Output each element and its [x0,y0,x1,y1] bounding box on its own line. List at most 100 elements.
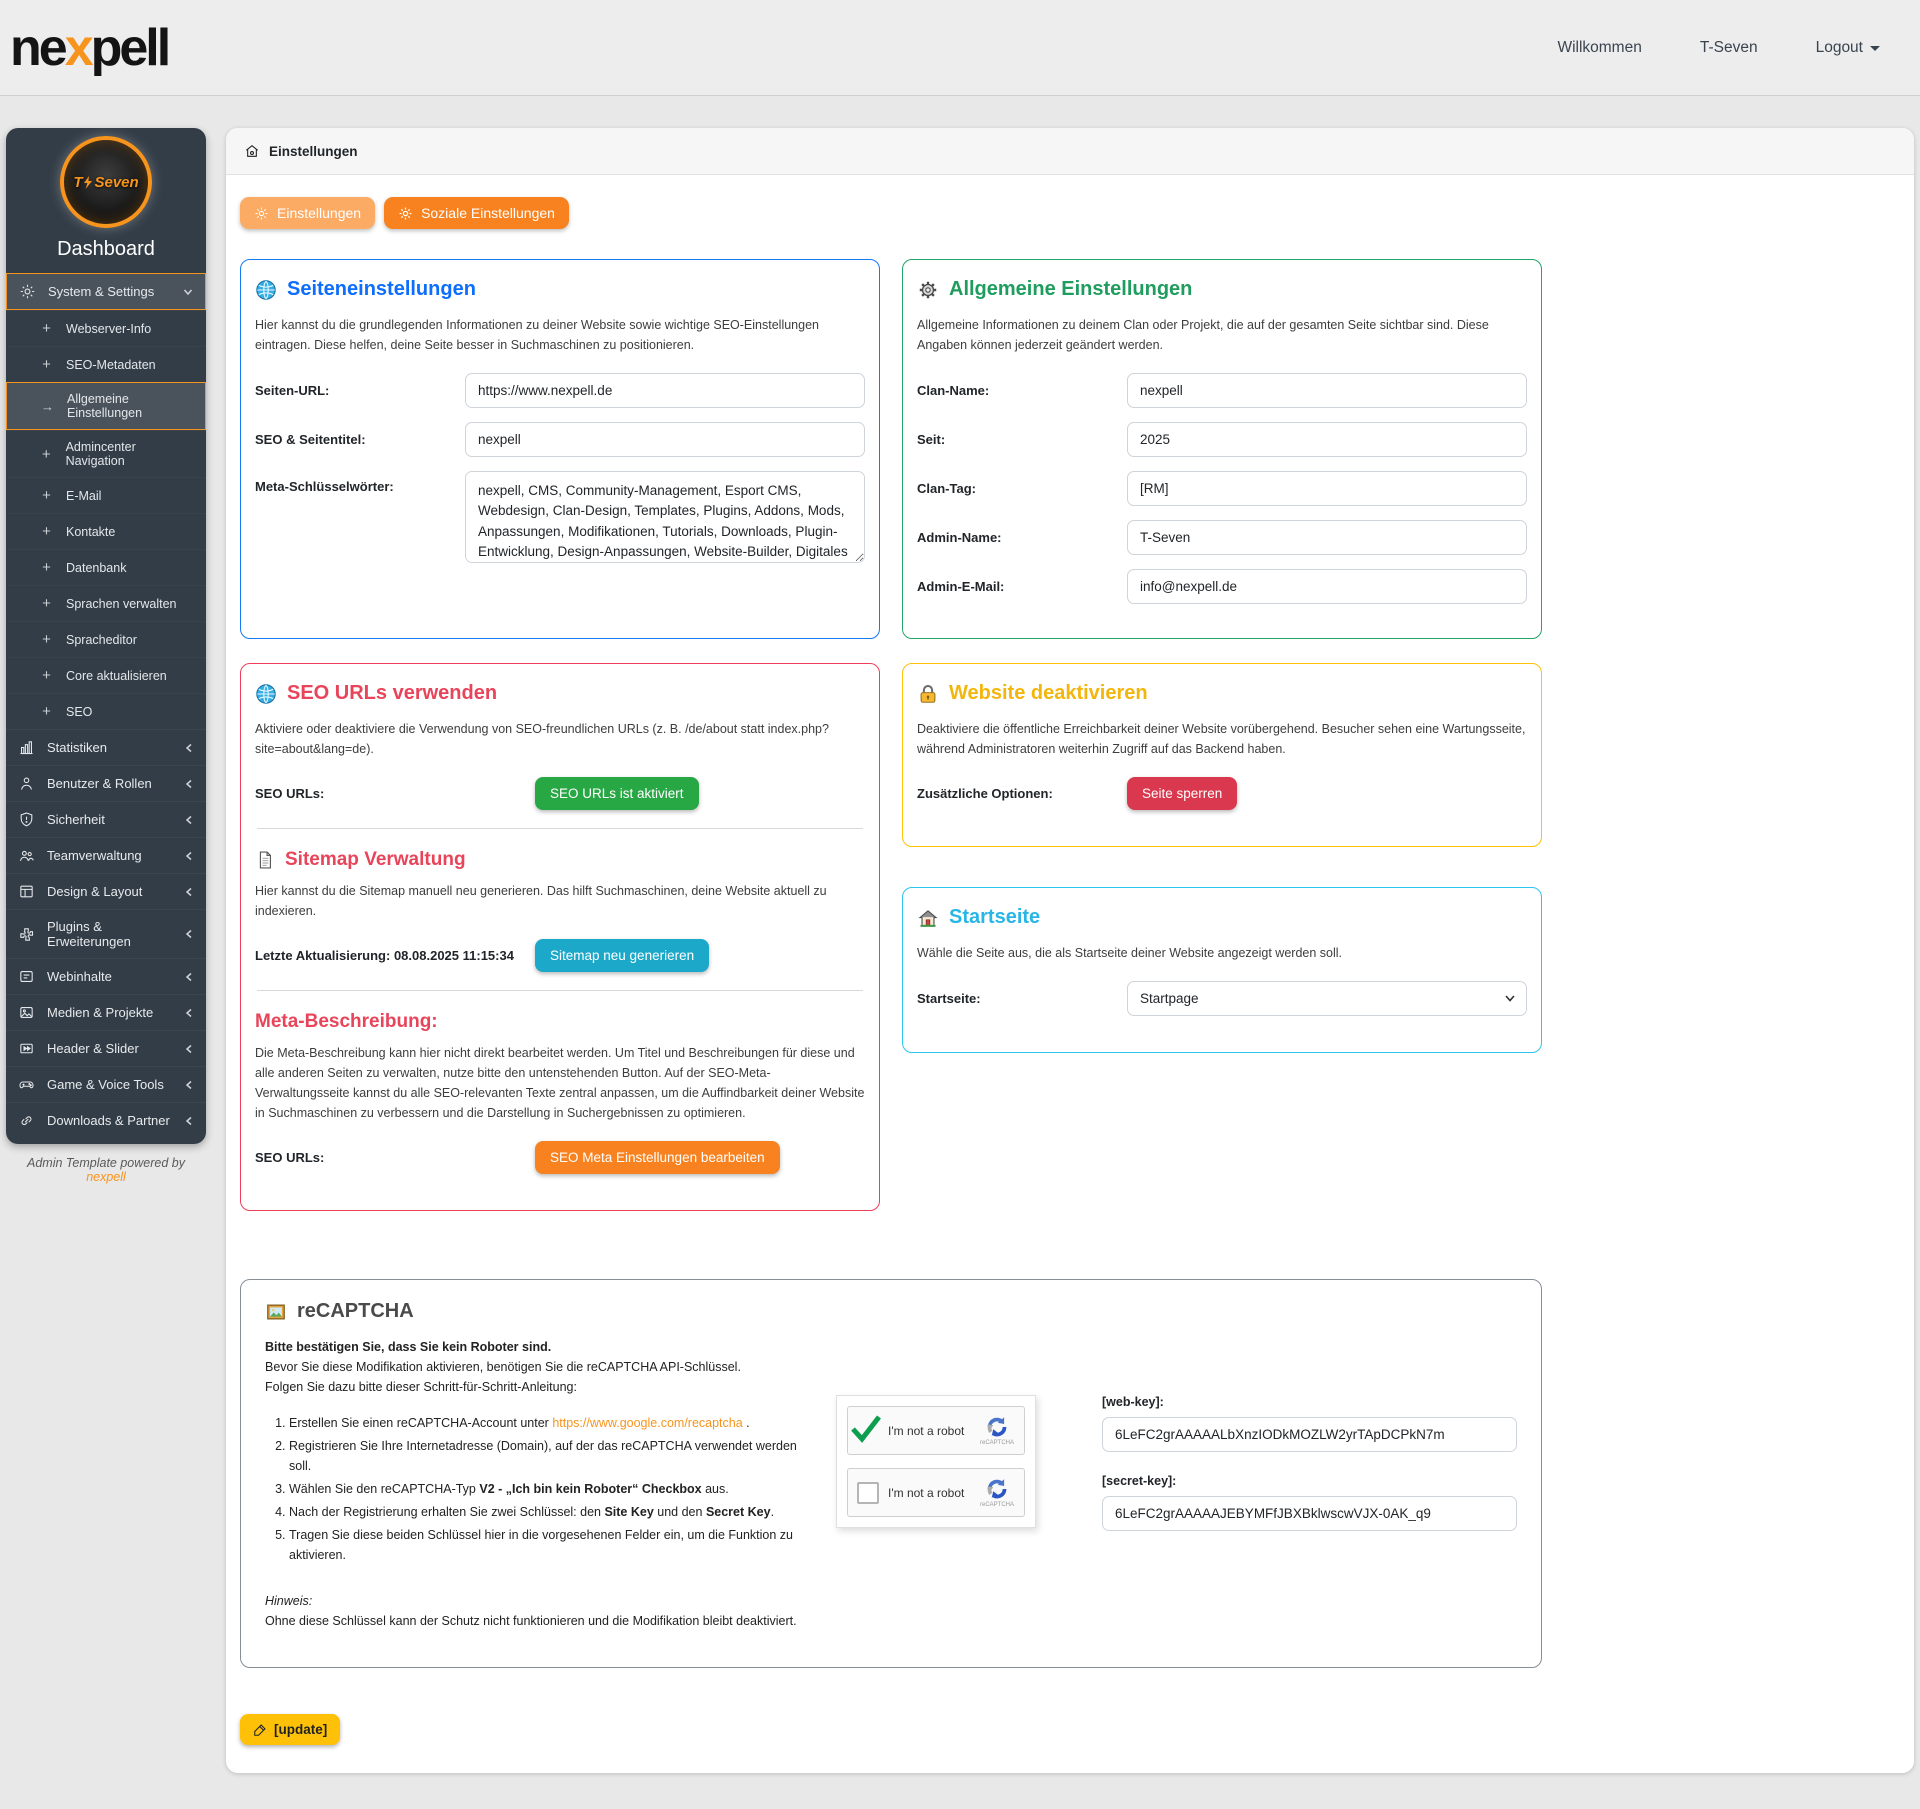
recaptcha-step: Wählen Sie den reCAPTCHA-Typ V2 - „Ich b… [289,1479,810,1499]
card-title-text: Seiteneinstellungen [287,278,476,301]
recaptcha-checkbox[interactable] [857,1482,879,1504]
house-icon [917,907,939,929]
recaptcha-step: Nach der Registrierung erhalten Sie zwei… [289,1502,810,1522]
chevron-left-icon [184,1008,194,1018]
sidebar-item-header-slider[interactable]: Header & Slider [6,1030,206,1066]
tseven-emblem: TSeven [60,136,152,228]
sidebar-sub-kontakte[interactable]: +Kontakte [6,513,206,549]
seite-sperren-button[interactable]: Seite sperren [1127,777,1237,810]
sidebar-item-game-voice-tools[interactable]: Game & Voice Tools [6,1066,206,1102]
plus-icon: + [40,320,53,337]
sidebar-sub-label: Allgemeine Einstellungen [67,392,193,420]
sidebar-sub-datenbank[interactable]: + Datenbank [6,549,206,585]
gear-icon [917,279,939,301]
logout-label: Logout [1816,39,1863,57]
sidebar-item-statistiken[interactable]: Statistiken [6,729,206,765]
sidebar-item-label: Benutzer & Rollen [47,776,152,791]
seiten-url-input[interactable] [465,373,865,408]
recaptcha-logo-icon [985,1415,1009,1439]
sidebar-sub-sprachen-verwalten[interactable]: + Sprachen verwalten [6,585,206,621]
clan-tag-input[interactable] [1127,471,1527,506]
nav-user[interactable]: T-Seven [1700,39,1758,57]
nav-logout[interactable]: Logout [1816,39,1880,57]
sidebar-sub-spracheditor[interactable]: +Spracheditor [6,621,206,657]
seitentitel-input[interactable] [465,422,865,457]
sidebar-sub-seo[interactable]: +SEO [6,693,206,729]
main-panel: Einstellungen Einstellungen Soziale Eins… [226,128,1914,1773]
sidebar-item-label: Statistiken [47,740,107,755]
field-label: Seit: [917,432,1127,447]
sidebar-sub-core-aktualisieren[interactable]: +Core aktualisieren [6,657,206,693]
sidebar-sub-label: E-Mail [66,489,101,503]
sidebar-item-teamverwaltung[interactable]: Teamverwaltung [6,837,206,873]
note-label: Hinweis: [265,1591,810,1611]
breadcrumb-label: Einstellungen [269,144,358,159]
sidebar-item-benutzer-rollen[interactable]: Benutzer & Rollen [6,765,206,801]
sidebar-item-plugins-erweiterungen[interactable]: Plugins & Erweiterungen [6,909,206,958]
sidebar-sub-label: SEO [66,705,92,719]
sidebar-item-design-layout[interactable]: Design & Layout [6,873,206,909]
sidebar-sub-label: Sprachen verwalten [66,597,176,611]
plus-icon: + [40,523,53,540]
update-button[interactable]: [update] [240,1714,340,1745]
sidebar-item-sicherheit[interactable]: Sicherheit [6,801,206,837]
pen-icon [253,1723,267,1737]
field-label: SEO & Seitentitel: [255,432,465,447]
recaptcha-intro-line: Folgen Sie dazu bitte dieser Schritt-für… [265,1377,810,1397]
chevron-left-icon [184,815,194,825]
sidebar-item-downloads-partner[interactable]: Downloads & Partner [6,1102,206,1138]
link-icon [18,1112,35,1129]
tab-soziale-einstellungen[interactable]: Soziale Einstellungen [384,197,569,229]
card-allgemeine-einstellungen: Allgemeine Einstellungen Allgemeine Info… [902,259,1542,639]
startseite-select[interactable]: Startpage [1127,981,1527,1016]
sidebar-sub-label: Datenbank [66,561,126,575]
recaptcha-widget-checked[interactable]: I'm not a robot reCAPTCHA [847,1406,1025,1455]
emblem-text: Seven [94,174,138,191]
seo-meta-edit-button[interactable]: SEO Meta Einstellungen bearbeiten [535,1141,780,1174]
sitemap-generate-button[interactable]: Sitemap neu generieren [535,939,709,972]
sidebar-sub-admincenter-navigation[interactable]: +Admincenter Navigation [6,430,206,477]
chevron-left-icon [184,779,194,789]
clan-name-input[interactable] [1127,373,1527,408]
sidebar-sub-seo-metadaten[interactable]: +SEO-Metadaten [6,346,206,382]
web-key-label: [web-key]: [1102,1395,1517,1409]
sidebar-item-label: Game & Voice Tools [47,1077,164,1092]
sidebar-item-system-settings[interactable]: System & Settings [6,273,206,310]
plus-icon: + [40,559,53,576]
right-column: Website deaktivieren Deaktiviere die öff… [902,663,1542,1211]
sidebar-item-webinhalte[interactable]: Webinhalte [6,958,206,994]
admin-email-input[interactable] [1127,569,1527,604]
top-header: nexpell Willkommen T-Seven Logout [0,0,1920,96]
plus-icon: + [40,487,53,504]
sidebar-item-medien-projekte[interactable]: Medien & Projekte [6,994,206,1030]
logo-accent: x [65,19,91,77]
seo-urls-status-button[interactable]: SEO URLs ist aktiviert [535,777,699,810]
admin-name-input[interactable] [1127,520,1527,555]
card-description: Hier kannst du die grundlegenden Informa… [255,315,865,355]
plus-icon: + [40,595,53,612]
sidebar-sub-allgemeine-einstellungen[interactable]: →Allgemeine Einstellungen [6,382,206,430]
sidebar-sub-label: Spracheditor [66,633,137,647]
field-label: Seiten-URL: [255,383,465,398]
sidebar-sub-email[interactable]: + E-Mail [6,477,206,513]
recaptcha-widget-unchecked[interactable]: I'm not a robot reCAPTCHA [847,1468,1025,1517]
tab-einstellungen[interactable]: Einstellungen [240,197,375,229]
sidebar-item-label: Plugins & Erweiterungen [47,919,172,949]
card-description: Wähle die Seite aus, die als Startseite … [917,943,1527,963]
web-key-input[interactable] [1102,1417,1517,1452]
recaptcha-step: Tragen Sie diese beiden Schlüssel hier i… [289,1525,810,1565]
seit-input[interactable] [1127,422,1527,457]
nav-willkommen[interactable]: Willkommen [1557,39,1641,57]
sidebar-sub-webserver-info[interactable]: + Webserver-Info [6,310,206,346]
sidebar-sub-label: Webserver-Info [66,322,151,336]
section-title-meta: Meta-Beschreibung: [255,1011,865,1033]
secret-key-input[interactable] [1102,1496,1517,1531]
card-seo-urls: SEO URLs verwenden Aktiviere oder deakti… [240,663,880,1211]
sidebar-sub-label: SEO-Metadaten [66,358,156,372]
recaptcha-link[interactable]: https://www.google.com/recaptcha [552,1416,742,1430]
top-nav: Willkommen T-Seven Logout [1557,39,1880,57]
logo-text: ne [10,19,65,77]
sidebar-item-label: System & Settings [48,284,154,299]
meta-keywords-textarea[interactable]: nexpell, CMS, Community-Management, Espo… [465,471,865,563]
check-icon [848,1410,884,1446]
